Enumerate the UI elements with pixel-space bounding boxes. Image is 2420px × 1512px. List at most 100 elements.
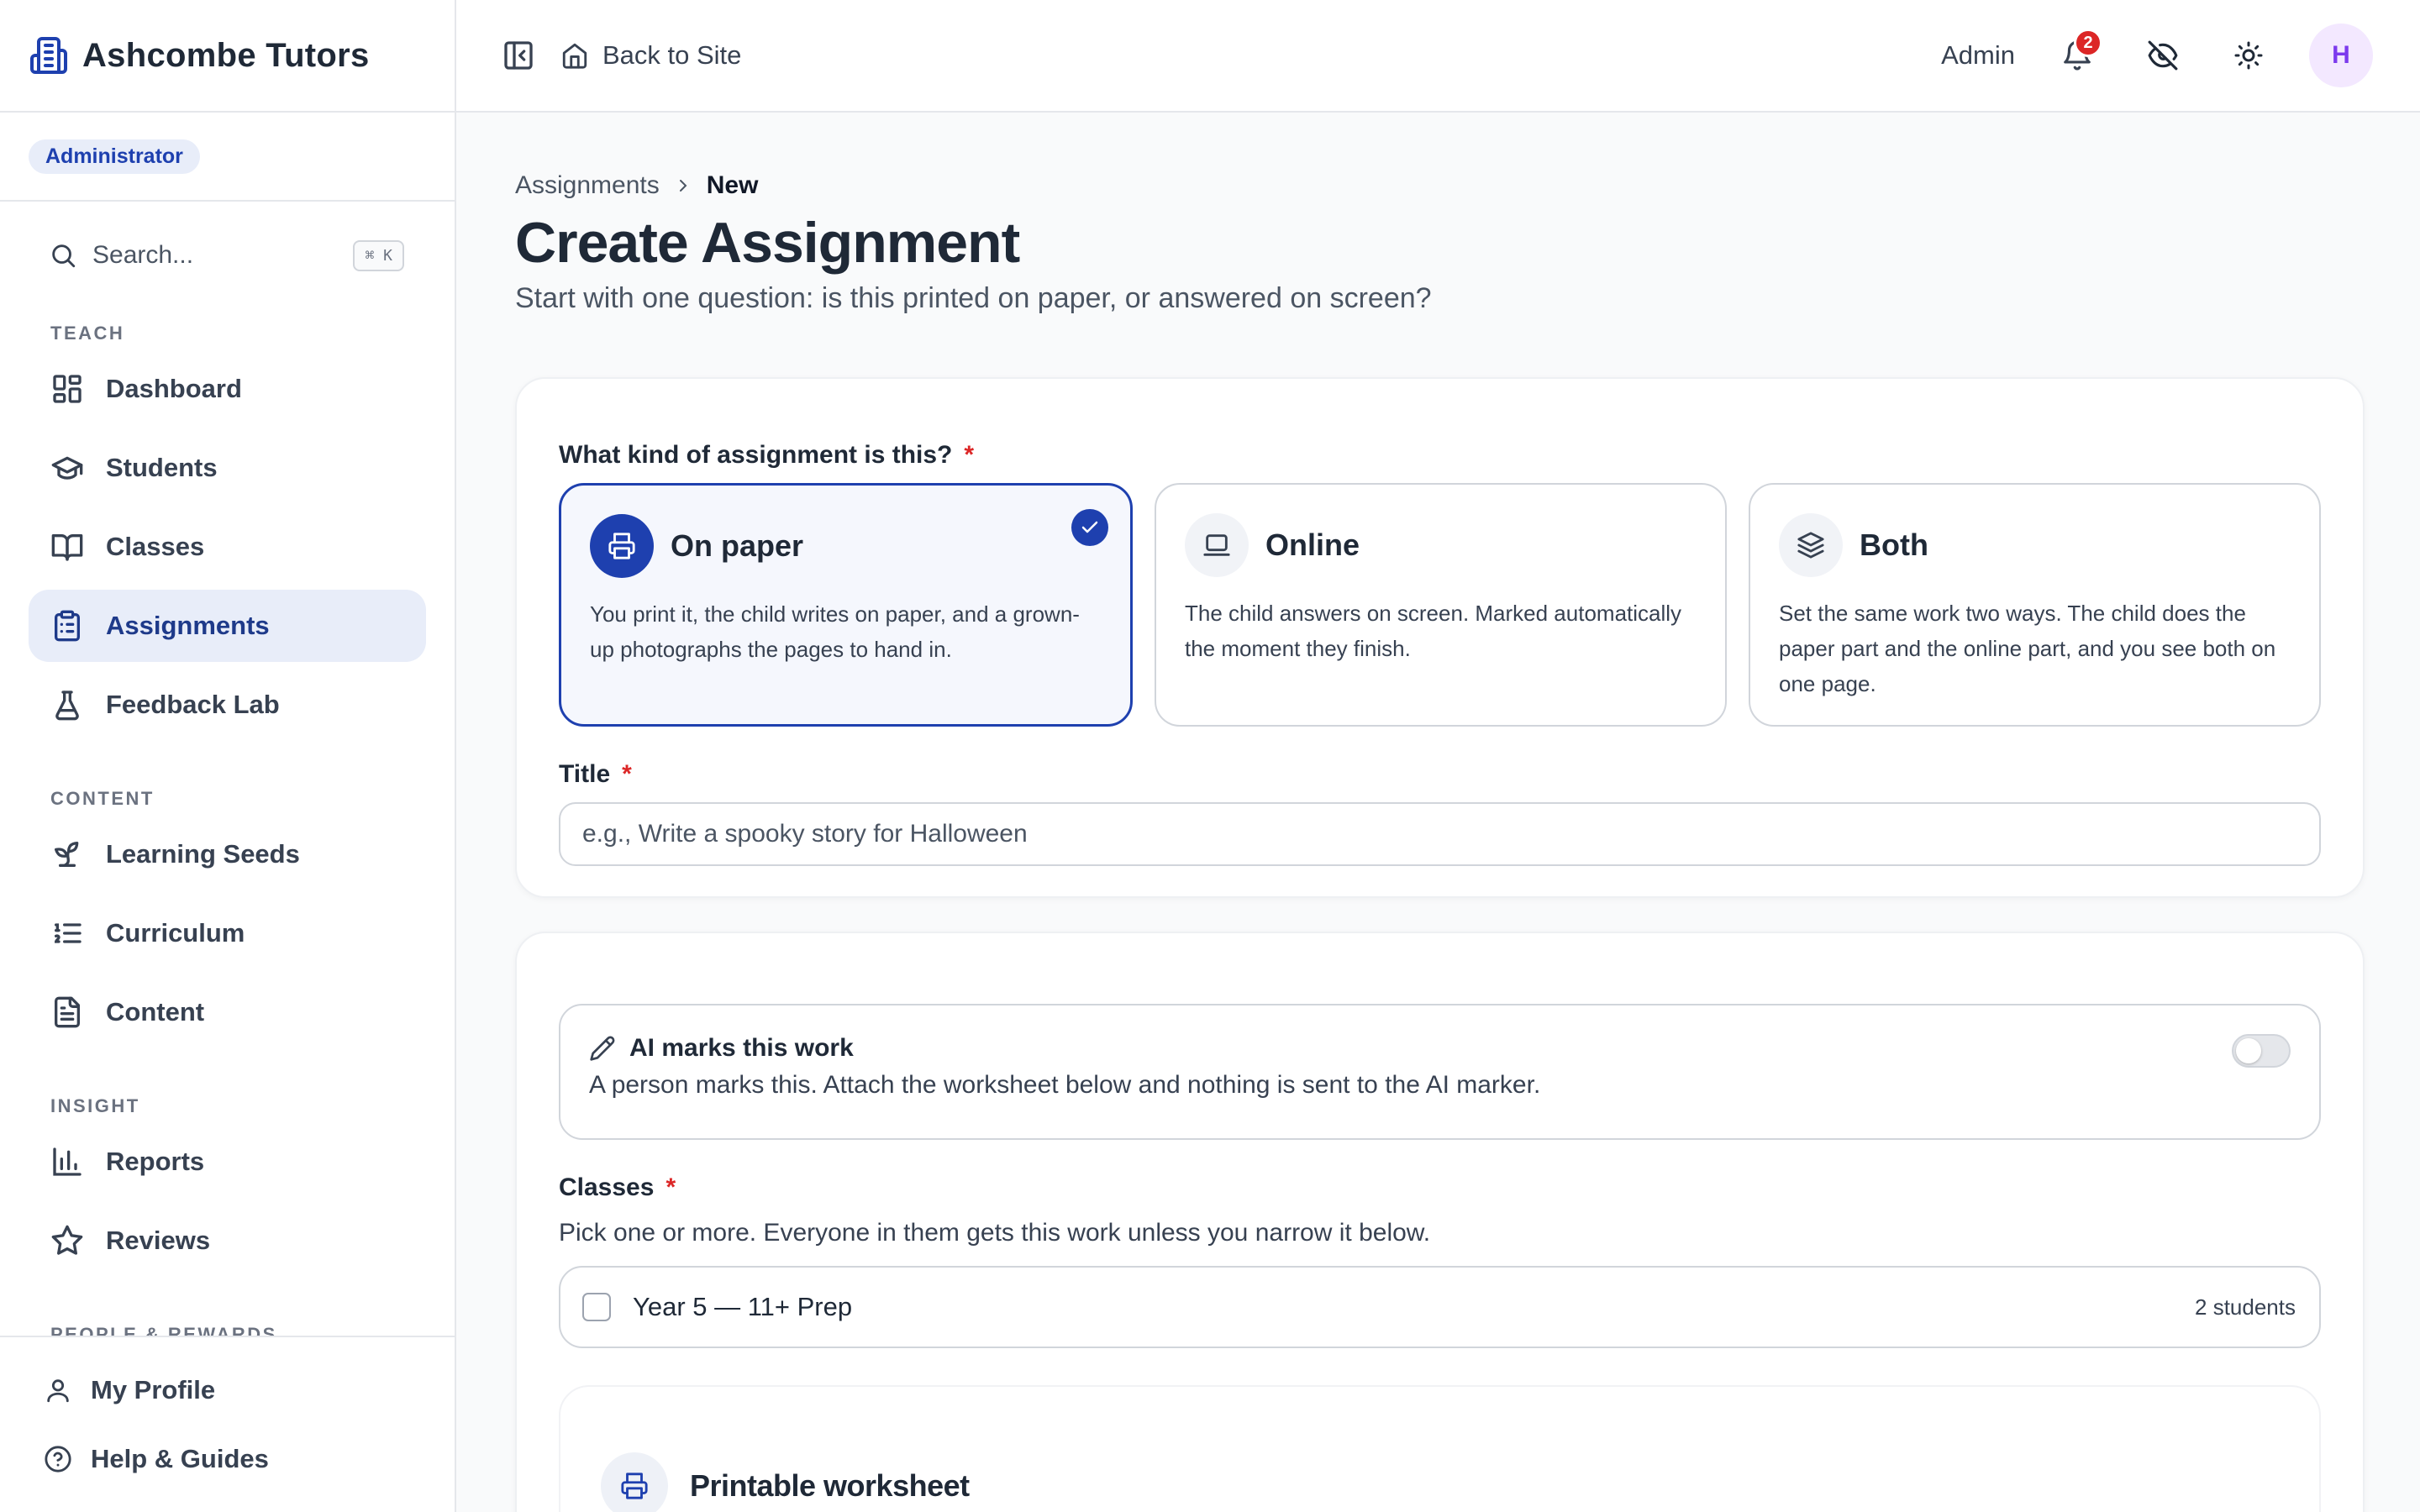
layers-icon — [1779, 513, 1843, 577]
section-label-content: CONTENT — [50, 788, 155, 809]
sidebar-item-help-guides[interactable]: Help & Guides — [0, 1425, 455, 1494]
sidebar-item-label: Reports — [106, 1147, 205, 1176]
back-to-site-link[interactable]: Back to Site — [560, 40, 741, 71]
section-label-teach: TEACH — [50, 323, 125, 344]
sidebar-item-dashboard[interactable]: Dashboard — [29, 353, 426, 425]
search-shortcut: ⌘ K — [353, 239, 404, 271]
sidebar-item-feedback-lab[interactable]: Feedback Lab — [29, 669, 426, 741]
check-icon — [1071, 509, 1108, 546]
avatar[interactable]: H — [2309, 24, 2373, 87]
sprout-icon — [50, 837, 84, 871]
option-title: Online — [1265, 528, 1360, 562]
chevron-right-icon — [673, 176, 693, 196]
worksheet-title: Printable worksheet — [690, 1468, 970, 1503]
book-open-icon — [50, 530, 84, 564]
pencil-icon — [589, 1035, 616, 1062]
sidebar-item-label: Reviews — [106, 1226, 211, 1255]
sidebar-item-label: Content — [106, 997, 205, 1026]
sidebar-item-label: Curriculum — [106, 918, 245, 948]
class-student-count: 2 students — [2195, 1294, 2296, 1320]
printer-icon — [590, 514, 654, 578]
sun-icon — [2233, 40, 2264, 71]
laptop-icon — [1185, 513, 1249, 577]
option-description: The child answers on screen. Marked auto… — [1185, 601, 1682, 661]
required-marker: * — [622, 760, 632, 788]
toggle-knob — [2236, 1038, 2261, 1063]
notifications-button[interactable]: 2 — [2052, 29, 2102, 81]
class-checkbox[interactable] — [582, 1293, 611, 1321]
breadcrumb-current: New — [706, 171, 759, 199]
kind-options: On paper You print it, the child writes … — [559, 483, 2321, 727]
sidebar-item-learning-seeds[interactable]: Learning Seeds — [29, 818, 426, 890]
file-text-icon — [50, 995, 84, 1029]
kind-label-text: What kind of assignment is this? — [559, 441, 953, 469]
sidebar-item-classes[interactable]: Classes — [29, 511, 426, 583]
sidebar-search[interactable]: Search... ⌘ K — [0, 230, 455, 281]
sidebar-item-label: Dashboard — [106, 374, 242, 403]
user-icon — [44, 1376, 72, 1404]
option-description: You print it, the child writes on paper,… — [590, 601, 1080, 662]
classes-help: Pick one or more. Everyone in them gets … — [559, 1219, 1431, 1247]
ai-marking-toggle[interactable] — [2232, 1034, 2291, 1068]
class-option[interactable]: Year 5 — 11+ Prep 2 students — [559, 1266, 2321, 1348]
sidebar-item-label: Feedback Lab — [106, 690, 280, 719]
option-online[interactable]: Online The child answers on screen. Mark… — [1155, 483, 1727, 727]
sidebar-item-label: Classes — [106, 532, 205, 561]
hide-preview-button[interactable] — [2138, 30, 2188, 81]
assignment-type-card: What kind of assignment is this? * On pap… — [515, 377, 2365, 898]
details-card: AI marks this work A person marks this. … — [515, 932, 2365, 1512]
clipboard-icon — [50, 609, 84, 643]
sidebar-footer: My Profile Help & Guides — [0, 1336, 455, 1512]
sidebar-item-label: Students — [106, 453, 218, 482]
brand[interactable]: Ashcombe Tutors — [0, 0, 455, 113]
notification-badge: 2 — [2074, 29, 2102, 57]
breadcrumb-parent[interactable]: Assignments — [515, 171, 660, 200]
required-marker: * — [964, 441, 975, 469]
worksheet-section: Printable worksheet — [559, 1385, 2321, 1512]
sidebar-item-content[interactable]: Content — [29, 976, 426, 1048]
dashboard-icon — [50, 372, 84, 406]
sidebar-item-assignments[interactable]: Assignments — [29, 590, 426, 662]
main-content: Assignments New Create Assignment Start … — [456, 113, 2420, 1512]
sidebar-item-label: Assignments — [106, 611, 270, 640]
option-description: Set the same work two ways. The child do… — [1779, 601, 2276, 696]
required-marker: * — [666, 1173, 676, 1201]
home-icon — [560, 41, 589, 70]
role-badge: Administrator — [29, 139, 200, 174]
sidebar-item-label: My Profile — [91, 1375, 216, 1404]
sidebar-item-students[interactable]: Students — [29, 432, 426, 504]
ai-marking-panel: AI marks this work A person marks this. … — [559, 1004, 2321, 1140]
building-icon — [29, 35, 69, 76]
bar-chart-icon — [50, 1145, 84, 1179]
option-title: On paper — [671, 528, 804, 563]
sidebar-item-reviews[interactable]: Reviews — [29, 1205, 426, 1277]
title-label-text: Title — [559, 760, 611, 788]
sidebar-toggle-icon[interactable] — [502, 39, 535, 72]
option-title: Both — [1860, 528, 1928, 562]
title-input[interactable] — [559, 802, 2321, 866]
page-subtitle: Start with one question: is this printed… — [515, 282, 1432, 314]
star-icon — [50, 1224, 84, 1257]
flask-icon — [50, 688, 84, 722]
classes-label: Classes * — [559, 1173, 2321, 1202]
back-to-site-label: Back to Site — [602, 40, 742, 70]
sidebar-item-my-profile[interactable]: My Profile — [0, 1356, 455, 1425]
search-icon — [49, 241, 77, 270]
brand-name: Ashcombe Tutors — [82, 36, 370, 74]
printer-icon — [601, 1452, 668, 1512]
option-both[interactable]: Both Set the same work two ways. The chi… — [1749, 483, 2321, 727]
theme-toggle-button[interactable] — [2223, 30, 2274, 81]
option-on-paper[interactable]: On paper You print it, the child writes … — [559, 483, 1133, 727]
sidebar-item-reports[interactable]: Reports — [29, 1126, 426, 1198]
classes-label-text: Classes — [559, 1173, 655, 1201]
sidebar-item-curriculum[interactable]: Curriculum — [29, 897, 426, 969]
section-label-insight: INSIGHT — [50, 1095, 140, 1116]
topbar: Back to Site Admin 2 H — [456, 0, 2420, 113]
sidebar-item-label: Learning Seeds — [106, 839, 300, 869]
sidebar-item-label: Help & Guides — [91, 1444, 269, 1473]
ai-marking-description: A person marks this. Attach the workshee… — [589, 1071, 1541, 1099]
title-label: Title * — [559, 760, 2321, 789]
sidebar: Ashcombe Tutors Administrator Search... … — [0, 0, 456, 1512]
page-title: Create Assignment — [515, 211, 1020, 275]
admin-label: Admin — [1941, 40, 2015, 70]
